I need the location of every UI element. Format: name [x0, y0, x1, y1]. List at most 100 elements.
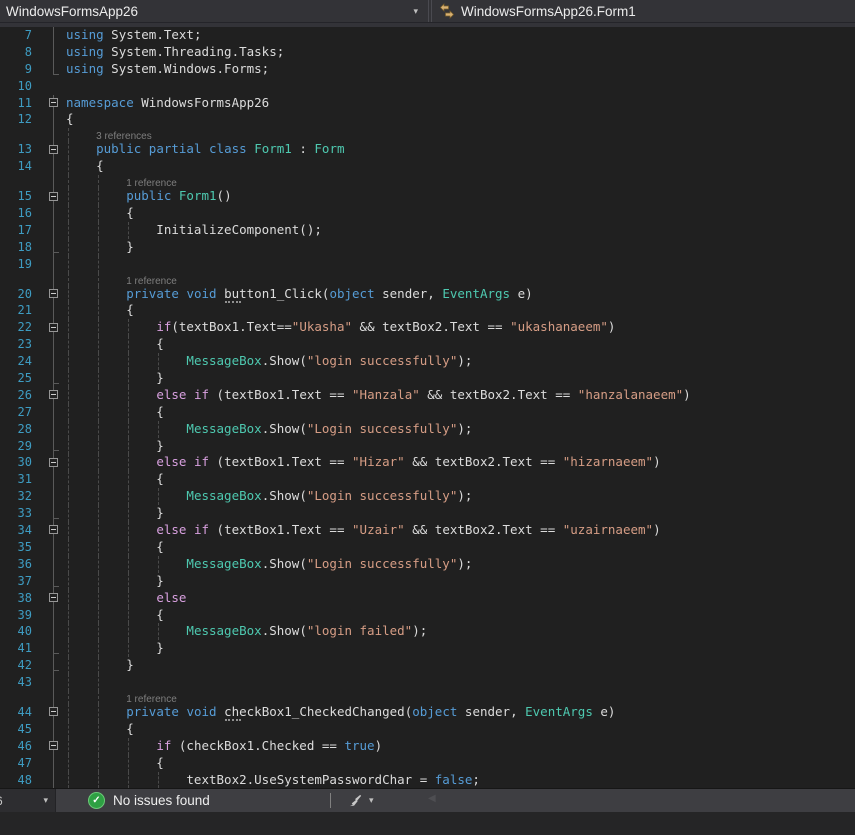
fold-collapse-toggle[interactable] — [49, 289, 58, 298]
code-line-text[interactable]: MessageBox.Show("login successfully"); — [66, 353, 855, 370]
code-line-text[interactable]: } — [66, 657, 855, 674]
statusbar-separator — [330, 793, 331, 808]
line-number: 40 — [0, 623, 41, 640]
code-line-text[interactable] — [66, 674, 855, 691]
code-line-text[interactable] — [66, 78, 855, 95]
code-line-text[interactable]: { — [66, 302, 855, 319]
fold-margin — [41, 370, 66, 387]
code-line-text[interactable]: { — [66, 158, 855, 175]
code-line-text[interactable]: using System.Text; — [66, 27, 855, 44]
code-row: 36 MessageBox.Show("Login successfully")… — [0, 556, 855, 573]
code-line-text[interactable]: using System.Threading.Tasks; — [66, 44, 855, 61]
line-number: 22 — [0, 319, 41, 336]
fold-collapse-toggle[interactable] — [49, 741, 58, 750]
issues-indicator[interactable]: ✓ No issues found — [88, 789, 210, 812]
code-row: 35 { — [0, 539, 855, 556]
fold-margin — [41, 387, 66, 404]
code-line-text[interactable]: { — [66, 607, 855, 624]
fold-collapse-toggle[interactable] — [49, 145, 58, 154]
code-line-text[interactable]: InitializeComponent(); — [66, 222, 855, 239]
line-number: 46 — [0, 738, 41, 755]
line-number: 28 — [0, 421, 41, 438]
type-dropdown[interactable]: WindowsFormsApp26.Form1 — [431, 0, 855, 22]
code-line-text[interactable]: { — [66, 471, 855, 488]
fold-collapse-toggle[interactable] — [49, 390, 58, 399]
line-number: 23 — [0, 336, 41, 353]
code-cleanup-button[interactable]: ▾ — [348, 789, 374, 812]
code-line-text[interactable]: } — [66, 370, 855, 387]
fold-margin — [41, 704, 66, 721]
chevron-down-icon[interactable]: ▾ — [43, 795, 48, 806]
fold-margin — [41, 691, 66, 704]
fold-margin — [41, 44, 66, 61]
code-line-text[interactable]: { — [66, 755, 855, 772]
code-line-text[interactable] — [66, 256, 855, 273]
code-line-text[interactable]: textBox2.UseSystemPasswordChar = false; — [66, 772, 855, 788]
code-line-text[interactable]: { — [66, 111, 855, 128]
code-line-text[interactable]: { — [66, 205, 855, 222]
fold-collapse-toggle[interactable] — [49, 458, 58, 467]
fold-collapse-toggle[interactable] — [49, 525, 58, 534]
code-line-text[interactable]: } — [66, 239, 855, 256]
line-number: 9 — [0, 61, 41, 78]
code-line-text[interactable]: { — [66, 404, 855, 421]
code-line-text[interactable]: private void button1_Click(object sender… — [66, 286, 855, 303]
fold-margin — [41, 205, 66, 222]
line-number: 32 — [0, 488, 41, 505]
code-line-text[interactable]: else if (textBox1.Text == "Hanzala" && t… — [66, 387, 855, 404]
zoom-dropdown[interactable]: 6 ▾ — [0, 789, 56, 812]
code-line-text[interactable]: { — [66, 539, 855, 556]
code-line-text[interactable]: namespace WindowsFormsApp26 — [66, 95, 855, 112]
code-line-text[interactable]: } — [66, 438, 855, 455]
codelens-row: 1 reference — [0, 273, 855, 286]
code-line-text[interactable]: if(textBox1.Text=="Ukasha" && textBox2.T… — [66, 319, 855, 336]
code-line-text[interactable]: } — [66, 505, 855, 522]
editor-status-bar: 6 ▾ ✓ No issues found ▾ ◀ — [0, 788, 855, 812]
code-line-text[interactable]: public partial class Form1 : Form — [66, 141, 855, 158]
code-row: 45 { — [0, 721, 855, 738]
code-line-text[interactable]: MessageBox.Show("login failed"); — [66, 623, 855, 640]
code-line-text[interactable]: private void checkBox1_CheckedChanged(ob… — [66, 704, 855, 721]
fold-margin — [41, 657, 66, 674]
fold-margin — [41, 471, 66, 488]
code-line-text[interactable]: using System.Windows.Forms; — [66, 61, 855, 78]
check-circle-icon: ✓ — [88, 792, 105, 809]
chevron-down-icon[interactable]: ▾ — [403, 6, 428, 17]
code-row: 14 { — [0, 158, 855, 175]
fold-collapse-toggle[interactable] — [49, 593, 58, 602]
code-line-text[interactable]: else if (textBox1.Text == "Hizar" && tex… — [66, 454, 855, 471]
code-line-text[interactable]: MessageBox.Show("Login successfully"); — [66, 421, 855, 438]
fold-margin — [41, 319, 66, 336]
fold-margin — [41, 738, 66, 755]
line-number: 11 — [0, 95, 41, 112]
code-line-text[interactable]: else — [66, 590, 855, 607]
codelens-row: 1 reference — [0, 691, 855, 704]
code-line-text[interactable]: } — [66, 573, 855, 590]
fold-collapse-toggle[interactable] — [49, 98, 58, 107]
fold-collapse-toggle[interactable] — [49, 707, 58, 716]
fold-margin — [41, 273, 66, 286]
code-row: 38 else — [0, 590, 855, 607]
fold-margin — [41, 573, 66, 590]
line-number: 12 — [0, 111, 41, 128]
code-line-text[interactable]: { — [66, 721, 855, 738]
fold-collapse-toggle[interactable] — [49, 192, 58, 201]
line-number: 37 — [0, 573, 41, 590]
code-line-text[interactable]: else if (textBox1.Text == "Uzair" && tex… — [66, 522, 855, 539]
project-dropdown[interactable]: WindowsFormsApp26 ▾ — [0, 0, 429, 22]
code-line-text[interactable]: } — [66, 640, 855, 657]
code-row: 31 { — [0, 471, 855, 488]
code-line-text[interactable]: public Form1() — [66, 188, 855, 205]
line-number: 35 — [0, 539, 41, 556]
code-line-text[interactable]: { — [66, 336, 855, 353]
fold-collapse-toggle[interactable] — [49, 323, 58, 332]
code-editor[interactable]: 7using System.Text;8using System.Threadi… — [0, 27, 855, 788]
line-number: 17 — [0, 222, 41, 239]
code-row: 25 } — [0, 370, 855, 387]
fold-margin — [41, 721, 66, 738]
fold-margin — [41, 78, 66, 95]
code-line-text[interactable]: MessageBox.Show("Login successfully"); — [66, 488, 855, 505]
code-line-text[interactable]: MessageBox.Show("Login successfully"); — [66, 556, 855, 573]
chevron-down-icon[interactable]: ▾ — [369, 795, 374, 806]
code-line-text[interactable]: if (checkBox1.Checked == true) — [66, 738, 855, 755]
